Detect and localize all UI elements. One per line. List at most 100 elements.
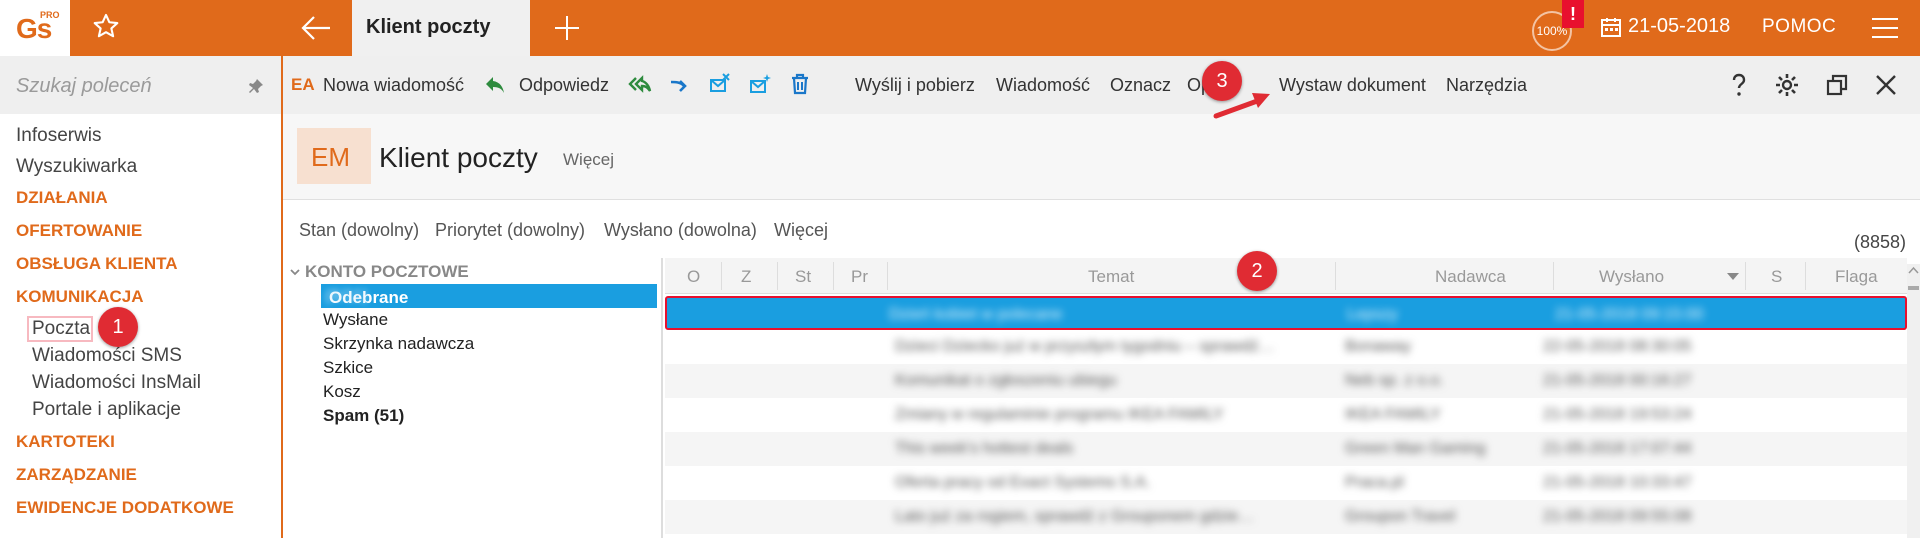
- row-sender: Praca.pl: [1345, 474, 1404, 491]
- row-sender: Bonaway: [1345, 338, 1411, 355]
- sidebar-category-dzialania[interactable]: DZIAŁANIA: [16, 188, 108, 208]
- table-row[interactable]: This week's hottest deals Green Man Gami…: [665, 432, 1907, 466]
- sort-desc-icon[interactable]: [1727, 273, 1739, 280]
- app-logo[interactable]: Gs PRO: [0, 0, 70, 56]
- current-date: 21-05-2018: [1628, 15, 1731, 37]
- reply-icon[interactable]: [483, 72, 507, 96]
- gear-icon[interactable]: [1774, 72, 1800, 98]
- help-icon[interactable]: [1726, 72, 1752, 98]
- help-link[interactable]: POMOC: [1762, 16, 1836, 38]
- sidebar-category-ewidencje[interactable]: EWIDENCJE DODATKOWE: [16, 498, 234, 518]
- table-row[interactable]: Oferta pracy od Exact Systems S.A. Praca…: [665, 466, 1907, 500]
- calendar-icon: [1601, 18, 1621, 37]
- folder-inbox[interactable]: Odebrane (6/11): [321, 284, 657, 308]
- chevron-down-icon[interactable]: [289, 266, 301, 278]
- close-icon[interactable]: [1873, 72, 1899, 98]
- list-scrollbar[interactable]: [1907, 264, 1920, 538]
- annotation-badge-1: 1: [98, 307, 138, 347]
- restore-window-icon[interactable]: [1824, 72, 1850, 98]
- filter-state[interactable]: Stan (dowolny): [299, 220, 419, 241]
- filter-more[interactable]: Więcej: [774, 220, 828, 241]
- sidebar-item-portale[interactable]: Portale i aplikacje: [32, 399, 181, 421]
- folder-outbox[interactable]: Skrzynka nadawcza: [323, 334, 474, 354]
- column-subject[interactable]: Temat: [1088, 267, 1134, 287]
- table-row[interactable]: Zmiany w regulaminie programu IKEA FAMIL…: [665, 398, 1907, 432]
- sidebar-item-sms[interactable]: Wiadomości SMS: [32, 345, 182, 367]
- sidebar-category-zarzadzanie[interactable]: ZARZĄDZANIE: [16, 465, 137, 485]
- column-o[interactable]: O: [687, 267, 700, 287]
- column-z[interactable]: Z: [741, 267, 751, 287]
- envelope-link-icon[interactable]: [708, 72, 732, 96]
- header-more-link[interactable]: Więcej: [563, 150, 614, 170]
- reply-button[interactable]: Odpowiedz: [519, 75, 609, 96]
- module-badge-text: EM: [311, 142, 350, 172]
- sidebar-item-insmail[interactable]: Wiadomości InsMail: [32, 372, 201, 394]
- reply-all-icon[interactable]: [628, 72, 652, 96]
- table-row[interactable]: Lato już za rogiem, sprawdź z Grouponem …: [665, 500, 1907, 534]
- sidebar-item-poczta[interactable]: Poczta: [32, 318, 90, 340]
- row-date: 22-05-2018 08:30:05: [1543, 338, 1692, 355]
- sidebar-category-ofertowanie[interactable]: OFERTOWANIE: [16, 221, 142, 241]
- new-message-button[interactable]: Nowa wiadomość: [323, 75, 464, 96]
- folder-sent[interactable]: Wysłane: [323, 310, 388, 330]
- column-pr[interactable]: Pr: [851, 267, 868, 287]
- table-row-selected[interactable]: Dzień kobiet w polecane Lepszy 21-05-201…: [665, 296, 1907, 330]
- trash-icon[interactable]: [788, 72, 812, 96]
- filter-sent[interactable]: Wysłano (dowolna): [604, 220, 757, 241]
- folder-drafts[interactable]: Szkice: [323, 358, 373, 378]
- module-header: EM Klient poczty Więcej: [283, 114, 1920, 200]
- folder-trash[interactable]: Kosz: [323, 382, 361, 402]
- mark-menu[interactable]: Oznacz: [1110, 75, 1171, 96]
- message-count: (8858): [1853, 232, 1906, 252]
- column-s[interactable]: S: [1771, 267, 1782, 287]
- column-sender[interactable]: Nadawca: [1435, 267, 1506, 287]
- row-subject: Zmiany w regulaminie programu IKEA FAMIL…: [895, 406, 1224, 423]
- sidebar-category-komunikacja[interactable]: KOMUNIKACJA: [16, 287, 144, 307]
- filter-priority[interactable]: Priorytet (dowolny): [435, 220, 585, 241]
- logo-sup: PRO: [40, 10, 60, 20]
- message-list: O Z St Pr Temat Nadawca Wysłano S Flaga …: [665, 258, 1920, 538]
- tab-title: Klient poczty: [366, 16, 491, 38]
- filter-bar: Stan (dowolny) Priorytet (dowolny) Wysła…: [283, 200, 1920, 258]
- folder-inbox-count: (6/11): [325, 286, 369, 305]
- row-date: 21-05-2018 19:53:24: [1543, 406, 1692, 423]
- message-menu[interactable]: Wiadomość: [996, 75, 1090, 96]
- sidebar-item-wyszukiwarka[interactable]: Wyszukiwarka: [16, 156, 137, 178]
- send-receive-button[interactable]: Wyślij i pobierz: [855, 75, 975, 96]
- row-sender: IKEA FAMILY: [1345, 406, 1441, 423]
- scroll-up-icon[interactable]: [1908, 266, 1919, 274]
- row-subject: Oferta pracy od Exact Systems S.A.: [895, 474, 1151, 491]
- table-row[interactable]: Dzieci Dziecko już w przyszłym tygodniu …: [665, 330, 1907, 364]
- sidebar-category-obsluga-klienta[interactable]: OBSŁUGA KLIENTA: [16, 254, 178, 274]
- back-arrow-icon[interactable]: [300, 14, 332, 42]
- list-header: O Z St Pr Temat Nadawca Wysłano S Flaga: [665, 258, 1907, 294]
- pin-icon[interactable]: [248, 78, 264, 94]
- row-sender: Green Man Gaming: [1345, 440, 1486, 457]
- tab-mail-client[interactable]: Klient poczty: [352, 0, 530, 56]
- forward-icon[interactable]: [668, 72, 692, 96]
- row-date: 21-05-2018 09:15:00: [1555, 306, 1704, 323]
- toolbar: EA Nowa wiadomość Odpowiedz Wyślij i pob…: [283, 56, 1920, 114]
- table-row[interactable]: Komunikat o zgłoszeniu ubiegu Neb sp. z …: [665, 364, 1907, 398]
- star-icon[interactable]: [92, 12, 120, 40]
- page-title: Klient poczty: [379, 142, 538, 173]
- folder-spam[interactable]: Spam (51): [323, 406, 404, 426]
- envelope-star-icon[interactable]: [748, 72, 772, 96]
- row-subject: This week's hottest deals: [895, 440, 1074, 457]
- add-tab-icon[interactable]: [553, 14, 581, 42]
- row-date: 21-05-2018 17:07:44: [1543, 440, 1692, 457]
- column-st[interactable]: St: [795, 267, 811, 287]
- tools-menu[interactable]: Narzędzia: [1446, 75, 1527, 96]
- sidebar: Szukaj poleceń Infoserwis Wyszukiwarka D…: [0, 56, 283, 538]
- module-badge: EM: [297, 128, 371, 184]
- sidebar-item-infoserwis[interactable]: Infoserwis: [16, 125, 102, 147]
- sidebar-category-kartoteki[interactable]: KARTOTEKI: [16, 432, 115, 452]
- row-sender: Neb sp. z o.o.: [1345, 372, 1444, 389]
- alert-icon[interactable]: !: [1562, 0, 1584, 28]
- command-search[interactable]: Szukaj poleceń: [0, 56, 281, 114]
- mail-account-root[interactable]: KONTO POCZTOWE: [305, 262, 469, 282]
- column-sent[interactable]: Wysłano: [1599, 267, 1664, 287]
- column-flag[interactable]: Flaga: [1835, 267, 1878, 287]
- menu-icon[interactable]: [1872, 18, 1898, 38]
- top-bar: Gs PRO Klient poczty 100% ! 21-05-2018 P…: [0, 0, 1920, 56]
